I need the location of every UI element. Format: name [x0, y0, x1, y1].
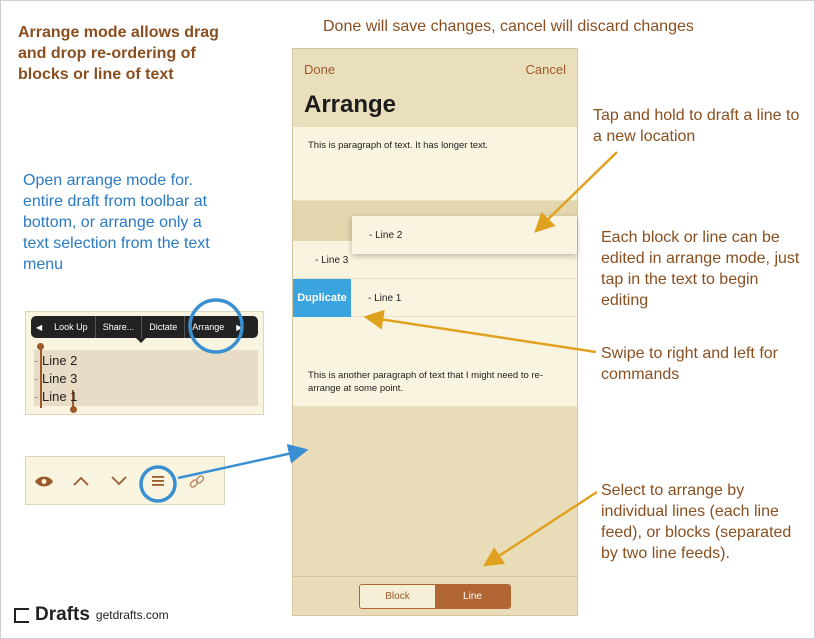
toolbar-to-phone-arrow — [177, 443, 309, 480]
annotation-overlay — [139, 151, 618, 567]
brand-name: Drafts — [35, 604, 90, 625]
arrange-toolbar-highlight — [139, 465, 177, 503]
swipe-arrow — [363, 309, 597, 354]
brand-url: getdrafts.com — [95, 608, 169, 622]
select-arrange-arrow — [482, 490, 598, 567]
tap-hold-arrow — [534, 151, 618, 233]
brand-footer: Drafts getdrafts.com — [14, 604, 169, 626]
arrange-menu-highlight — [188, 298, 244, 354]
drafts-logo-icon — [14, 607, 29, 623]
